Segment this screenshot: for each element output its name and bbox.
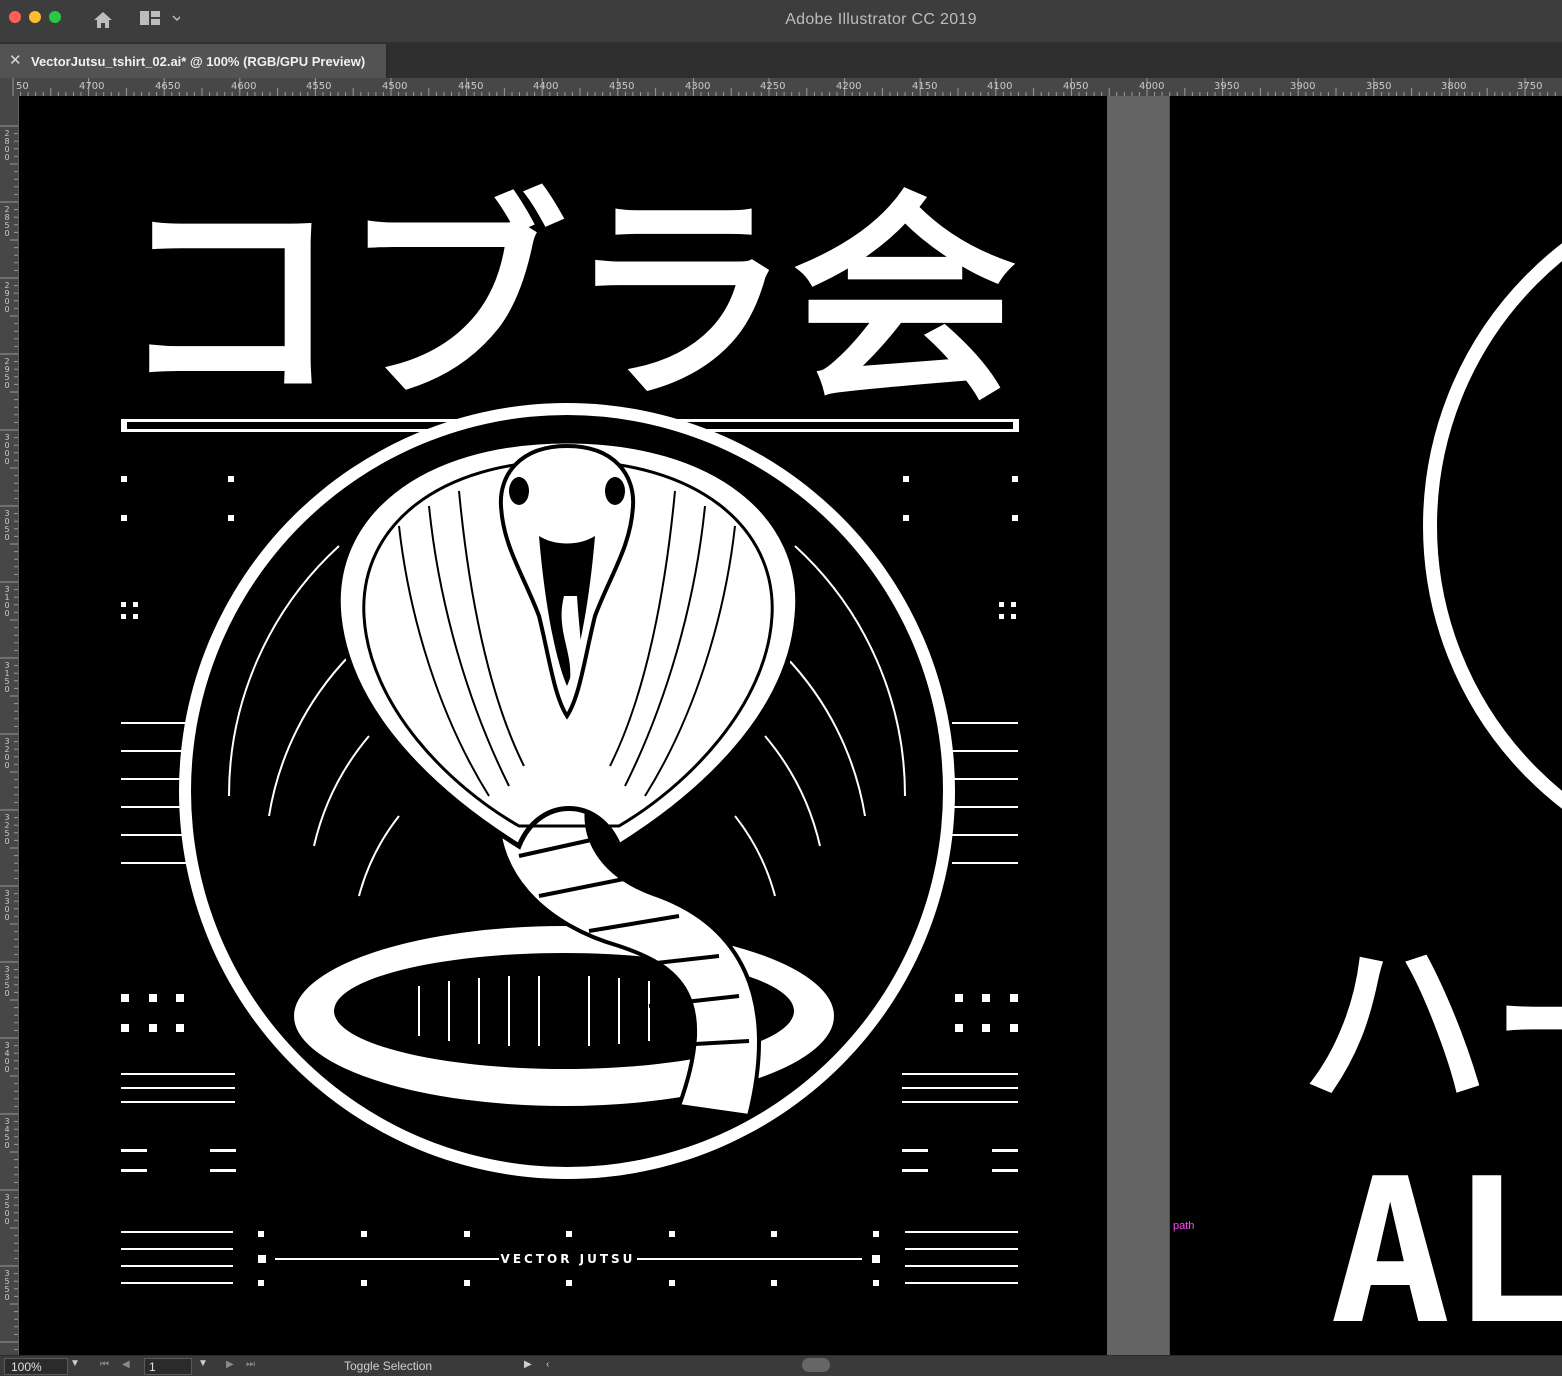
zoom-input[interactable]: 100% (4, 1358, 68, 1375)
ruler-label: 4700 (79, 81, 105, 92)
artboard-2-artwork[interactable]: ハー AL (1170, 96, 1562, 1355)
last-artboard-icon[interactable]: ⏭ (246, 1359, 255, 1370)
ruler-label: 3350 (4, 965, 10, 998)
status-menu-icon[interactable]: ▶ (524, 1359, 532, 1370)
ruler-label: 4650 (155, 81, 181, 92)
artboard-1[interactable]: コブラ会 VECTOR JUTSU (19, 96, 1107, 1355)
title-japanese: コブラ会 (117, 173, 1017, 431)
title-bar: Adobe Illustrator CC 2019 (0, 0, 1562, 43)
brand-text: VECTOR JUTSU (501, 1252, 636, 1266)
horizontal-ruler[interactable]: 50 4700 4650 4600 4550 4500 4450 4400 43… (0, 78, 1562, 97)
close-tab-icon[interactable]: ✕ (9, 51, 22, 69)
ruler-label: 3250 (4, 813, 10, 846)
ruler-label: 4550 (306, 81, 332, 92)
ruler-label: 3750 (1517, 81, 1543, 92)
next-artboard-icon[interactable]: ▶ (226, 1359, 234, 1370)
ruler-label: 3050 (4, 509, 10, 542)
artboard-2-title-japanese: ハー (1300, 915, 1562, 1136)
ruler-label: 4000 (1139, 81, 1165, 92)
ruler-label: 2850 (4, 205, 10, 238)
vertical-ruler[interactable]: 2800 2850 2900 2950 3000 3050 3100 3150 … (0, 96, 19, 1355)
ruler-label: 2900 (4, 281, 10, 314)
first-artboard-icon[interactable]: ⏮ (100, 1359, 109, 1370)
ruler-label: 4050 (1063, 81, 1089, 92)
chevron-down-icon[interactable]: ▼ (70, 1358, 80, 1369)
horizontal-scrollbar-thumb[interactable] (802, 1358, 830, 1372)
ruler-label: 3550 (4, 1269, 10, 1302)
scroll-left-icon[interactable]: ‹ (546, 1359, 549, 1370)
document-tab-title: VectorJutsu_tshirt_02.ai* @ 100% (RGB/GP… (31, 54, 366, 69)
status-bar: 100% ▼ ⏮ ◀ 1 ▼ ▶ ⏭ Toggle Selection ▶ ‹ (0, 1355, 1562, 1376)
ruler-label: 2950 (4, 357, 10, 390)
ruler-label: 3100 (4, 585, 10, 618)
ruler-label: 2800 (4, 129, 10, 162)
ruler-label: 3950 (1214, 81, 1240, 92)
ruler-label: 3500 (4, 1193, 10, 1226)
cobra-eye-left (509, 477, 529, 505)
ruler-label: 4350 (609, 81, 635, 92)
smart-guide-label: path (1173, 1220, 1195, 1232)
ruler-label: 3150 (4, 661, 10, 694)
document-tab-bar: ✕ VectorJutsu_tshirt_02.ai* @ 100% (RGB/… (0, 42, 1562, 78)
ruler-label: 4600 (231, 81, 257, 92)
ruler-label: 4400 (533, 81, 559, 92)
ruler-label: 50 (16, 81, 29, 92)
ruler-label: 3200 (4, 737, 10, 770)
artboard-2[interactable]: ハー AL (1169, 96, 1562, 1355)
document-tab[interactable]: ✕ VectorJutsu_tshirt_02.ai* @ 100% (RGB/… (0, 44, 387, 78)
ruler-label: 4250 (760, 81, 786, 92)
chevron-down-icon[interactable]: ▼ (198, 1358, 208, 1369)
canvas[interactable]: コブラ会 VECTOR JUTSU ハ AL path (19, 96, 1562, 1355)
ruler-label: 3800 (1441, 81, 1467, 92)
ruler-label: 3900 (1290, 81, 1316, 92)
artboard-2-title-latin: AL (1330, 1136, 1562, 1355)
ruler-label: 4300 (685, 81, 711, 92)
ruler-label: 4150 (912, 81, 938, 92)
app-title: Adobe Illustrator CC 2019 (785, 11, 977, 28)
status-action-text: Toggle Selection (344, 1359, 433, 1373)
artboard-2-circle (1423, 243, 1562, 809)
cobra-kai-artwork[interactable]: コブラ会 VECTOR JUTSU (19, 96, 1107, 1355)
ruler-label: 3400 (4, 1041, 10, 1074)
previous-artboard-icon[interactable]: ◀ (122, 1359, 130, 1370)
ruler-label: 4200 (836, 81, 862, 92)
ruler-label: 3450 (4, 1117, 10, 1150)
ruler-label: 3000 (4, 433, 10, 466)
artboard-number-input[interactable]: 1 (144, 1358, 192, 1375)
ruler-label: 4100 (987, 81, 1013, 92)
cobra-eye-right (605, 477, 625, 505)
pasteboard[interactable] (1107, 96, 1169, 1355)
ruler-label: 4500 (382, 81, 408, 92)
ruler-label: 4450 (458, 81, 484, 92)
ruler-label: 3850 (1366, 81, 1392, 92)
ruler-label: 3300 (4, 889, 10, 922)
